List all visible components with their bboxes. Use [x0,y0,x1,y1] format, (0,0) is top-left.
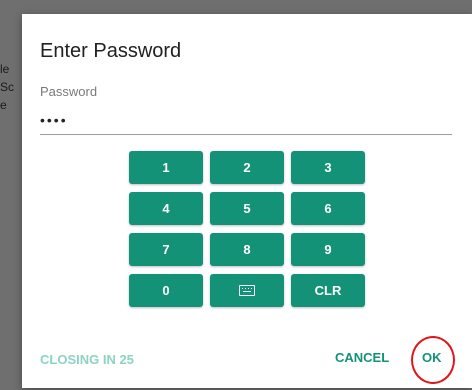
background-window-text: le Sc e [0,60,22,114]
password-label: Password [40,84,98,99]
background-fragment: e [0,98,7,112]
closing-countdown: CLOSING IN 25 [40,352,134,367]
background-fragment: le [0,62,10,76]
key-7[interactable]: 7 [129,233,203,266]
cancel-button[interactable]: CANCEL [335,350,389,365]
key-2[interactable]: 2 [210,151,284,184]
key-1[interactable]: 1 [129,151,203,184]
keyboard-icon [239,285,255,296]
password-dialog: Enter Password Password 1 2 3 4 5 6 7 8 … [22,14,472,388]
clear-button[interactable]: CLR [291,274,365,307]
key-8[interactable]: 8 [210,233,284,266]
keyboard-toggle-button[interactable] [210,274,284,307]
dialog-title: Enter Password [40,40,182,62]
numeric-keypad: 1 2 3 4 5 6 7 8 9 0 CLR [129,151,365,307]
key-3[interactable]: 3 [291,151,365,184]
background-fragment: Sc [0,80,15,94]
key-0[interactable]: 0 [129,274,203,307]
key-6[interactable]: 6 [291,192,365,225]
key-9[interactable]: 9 [291,233,365,266]
password-input[interactable] [40,106,452,135]
key-4[interactable]: 4 [129,192,203,225]
ok-button[interactable]: OK [422,350,442,365]
key-5[interactable]: 5 [210,192,284,225]
